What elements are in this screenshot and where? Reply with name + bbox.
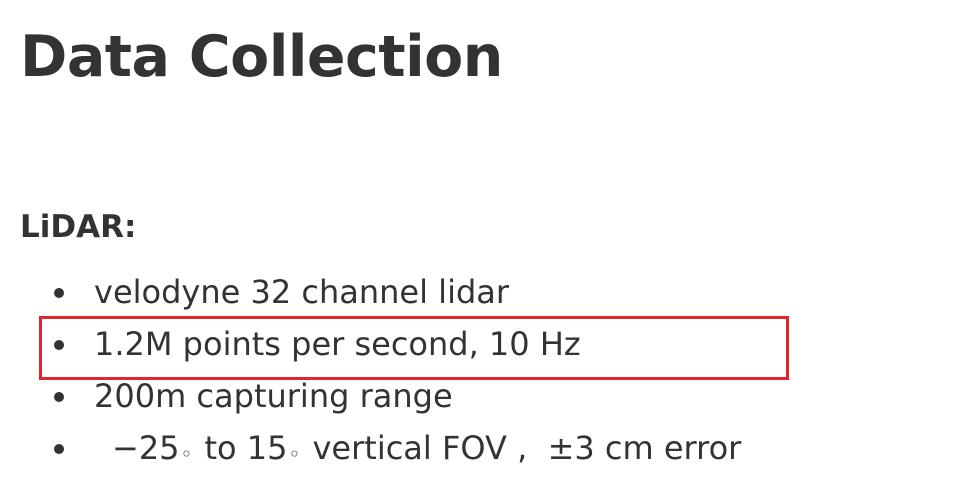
bullet-icon — [54, 444, 64, 454]
fov-range-text: to 15 — [194, 429, 288, 467]
degree-symbol: ◦ — [180, 442, 193, 466]
list-item-text: velodyne 32 channel lidar — [94, 273, 510, 311]
bullet-icon — [54, 288, 64, 298]
list-item-text: 1.2M points per second, 10 Hz — [94, 325, 581, 363]
fov-label: vertical FOV , — [302, 429, 548, 467]
fov-low-value: −25 — [112, 429, 180, 467]
list-item-text: −25◦ to 15◦ vertical FOV , ±3 cm error — [112, 422, 741, 478]
lidar-section-heading: LiDAR: — [20, 209, 137, 245]
error-value: ±3 cm error — [547, 429, 742, 467]
list-item-text: 200m capturing range — [94, 377, 453, 415]
bullet-icon — [54, 392, 64, 402]
bullet-icon — [54, 340, 64, 350]
page-title: Data Collection — [20, 24, 503, 90]
degree-symbol: ◦ — [288, 442, 301, 466]
